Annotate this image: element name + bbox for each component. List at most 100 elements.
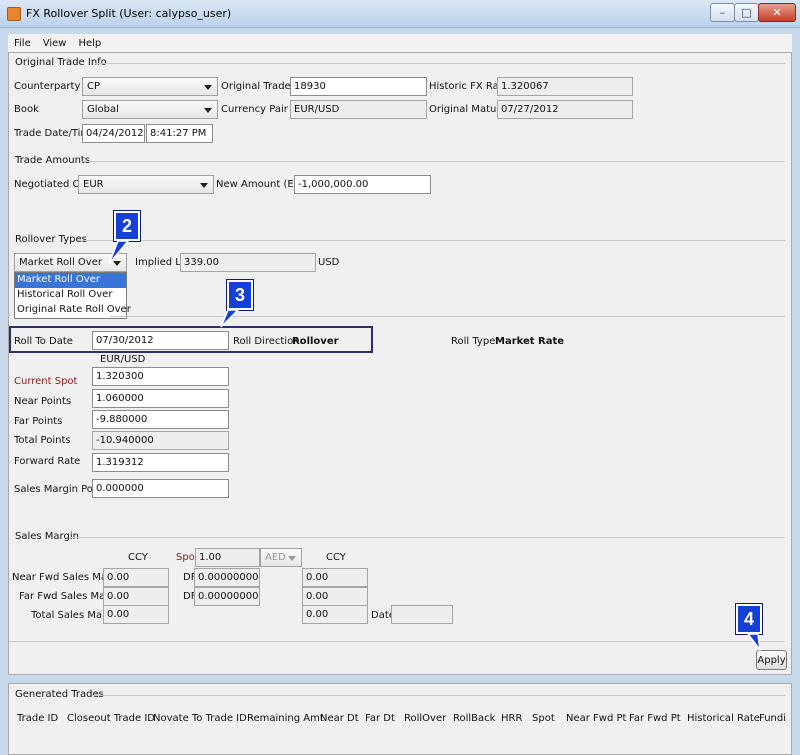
far-fwd-sales-margin-field: 0.00 [103, 587, 169, 606]
currency-pair-field: EUR/USD [290, 100, 427, 119]
dropdown-option-market-roll-over[interactable]: Market Roll Over [15, 273, 126, 288]
maximize-button[interactable]: □ [734, 3, 759, 22]
column-header-remaining-amt[interactable]: Remaining Amt [247, 713, 324, 724]
new-amount-field[interactable]: -1,000,000.00 [294, 175, 431, 194]
near-df-field: 0.00000000 [194, 568, 260, 587]
total-ccy-field: 0.00 [302, 605, 368, 624]
total-points-label: Total Points [14, 435, 71, 446]
forward-rate-label: Forward Rate [14, 456, 81, 467]
column-header-hrr[interactable]: HRR [501, 713, 522, 724]
callout-pointer-3 [220, 309, 240, 328]
rollover-type-value: Market Roll Over [19, 257, 102, 268]
sales-margin-points-field[interactable]: 0.000000 [92, 479, 229, 498]
original-trade-id-field[interactable]: 18930 [290, 77, 427, 96]
near-ccy-field: 0.00 [302, 568, 368, 587]
divider [95, 63, 785, 64]
chevron-down-icon [288, 556, 296, 561]
roll-type-value: Market Rate [495, 336, 565, 347]
java-app-icon [7, 7, 21, 21]
chevron-down-icon [204, 85, 212, 90]
ccy-header-2: CCY [326, 552, 346, 563]
column-header-novate-to-trade-id[interactable]: Novate To Trade ID [153, 713, 247, 724]
column-header-rollback[interactable]: RollBack [453, 713, 495, 724]
close-icon: ✕ [772, 6, 782, 19]
near-fwd-sales-margin-field: 0.00 [103, 568, 169, 587]
callout-badge-3: 3 [227, 280, 253, 310]
roll-direction-value: Rollover [292, 336, 339, 347]
divider [78, 240, 785, 241]
section-title-original-trade-info: Original Trade Info [15, 57, 107, 68]
forward-rate-field[interactable]: 1.319312 [92, 453, 229, 472]
divider [110, 316, 785, 317]
chevron-down-icon [204, 108, 212, 113]
sales-margin-ccy-value: AED [265, 552, 286, 563]
column-header-far-dt[interactable]: Far Dt [365, 713, 395, 724]
implied-ld-field: 339.00 [180, 253, 316, 272]
historic-fx-rate-field: 1.320067 [497, 77, 633, 96]
pair-header: EUR/USD [100, 354, 146, 365]
counterparty-select[interactable]: CP [82, 77, 218, 96]
menu-view[interactable]: View [43, 38, 67, 49]
negotiated-ccy-value: EUR [83, 179, 104, 190]
column-header-near-dt[interactable]: Near Dt [320, 713, 359, 724]
divider [92, 695, 785, 696]
column-header-funding[interactable]: Fundin [759, 713, 786, 724]
negotiated-ccy-select[interactable]: EUR [78, 175, 214, 194]
far-points-field[interactable]: -9.880000 [92, 410, 229, 429]
divider [80, 161, 785, 162]
currency-pair-label: Currency Pair [221, 104, 288, 115]
section-title-rollover-types: Rollover Types [15, 234, 87, 245]
minimize-button[interactable]: – [710, 3, 735, 22]
book-value: Global [87, 104, 119, 115]
menu-help[interactable]: Help [78, 38, 101, 49]
divider [9, 641, 785, 642]
close-button[interactable]: ✕ [758, 3, 796, 22]
date-field [391, 605, 453, 624]
section-title-trade-amounts: Trade Amounts [15, 155, 91, 166]
ccy-header-1: CCY [128, 552, 148, 563]
roll-to-date-label: Roll To Date [14, 336, 73, 347]
column-header-trade-id[interactable]: Trade ID [17, 713, 58, 724]
roll-type-label: Roll Type: [451, 336, 499, 347]
implied-ld-ccy: USD [318, 257, 340, 268]
counterparty-label: Counterparty [14, 81, 81, 92]
sales-margin-ccy-select[interactable]: AED [260, 548, 302, 567]
column-header-spot[interactable]: Spot [532, 713, 555, 724]
divider [70, 537, 785, 538]
window-title: FX Rollover Split (User: calypso_user) [26, 7, 232, 20]
current-spot-label: Current Spot [14, 376, 78, 387]
near-points-field[interactable]: 1.060000 [92, 389, 229, 408]
trade-date-field[interactable]: 04/24/2012 [82, 124, 145, 143]
column-header-closeout-trade-id[interactable]: Closeout Trade ID [67, 713, 155, 724]
menu-file[interactable]: File [14, 38, 31, 49]
roll-to-date-field[interactable]: 07/30/2012 [92, 331, 229, 350]
dropdown-option-historical-roll-over[interactable]: Historical Roll Over [15, 288, 126, 303]
callout-badge-4: 4 [736, 604, 762, 634]
column-header-historical-rate[interactable]: Historical Rate [687, 713, 760, 724]
column-header-rollover[interactable]: RollOver [404, 713, 446, 724]
callout-pointer-2 [108, 240, 130, 265]
apply-button[interactable]: Apply [756, 650, 787, 670]
callout-badge-2: 2 [114, 211, 140, 241]
rollover-type-dropdown-list: Market Roll Over Historical Roll Over Or… [14, 272, 131, 319]
far-ccy-field: 0.00 [302, 587, 368, 606]
minimize-icon: – [719, 6, 726, 19]
book-label: Book [14, 104, 39, 115]
original-maturity-field: 07/27/2012 [497, 100, 633, 119]
column-header-far-fwd-pt[interactable]: Far Fwd Pt [629, 713, 681, 724]
section-title-generated-trades: Generated Trades [15, 689, 104, 700]
callout-pointer-4 [746, 633, 762, 653]
menu-bar: File View Help [8, 34, 792, 52]
trade-time-field[interactable]: 8:41:27 PM [146, 124, 213, 143]
total-points-field: -10.940000 [92, 431, 229, 450]
maximize-icon: □ [741, 6, 752, 19]
counterparty-value: CP [87, 81, 101, 92]
far-points-label: Far Points [14, 416, 63, 427]
near-points-label: Near Points [14, 396, 72, 407]
chevron-down-icon [200, 183, 208, 188]
book-select[interactable]: Global [82, 100, 218, 119]
spot-field: 1.00 [195, 548, 260, 567]
column-header-near-fwd-pt[interactable]: Near Fwd Pt [566, 713, 626, 724]
far-df-field: 0.00000000 [194, 587, 260, 606]
current-spot-field[interactable]: 1.320300 [92, 367, 229, 386]
